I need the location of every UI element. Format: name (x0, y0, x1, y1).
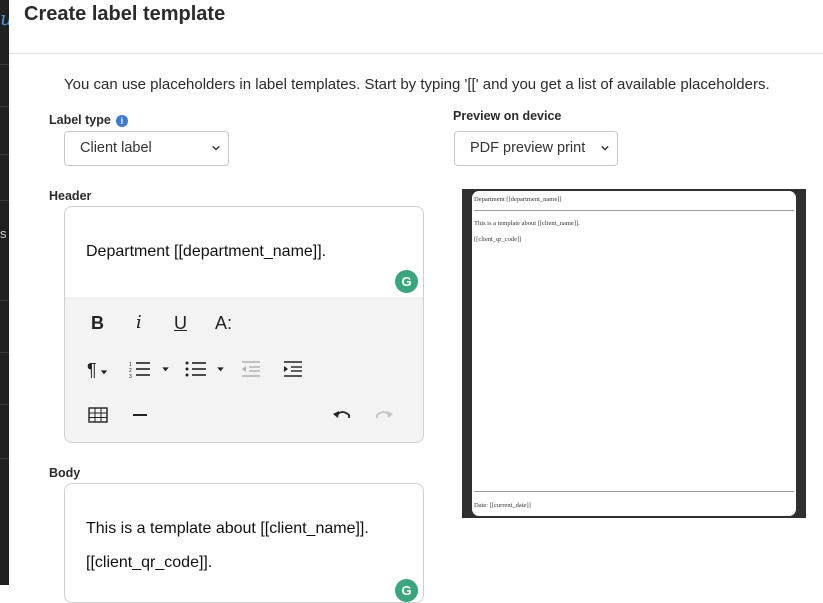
preview-device-label: Preview on device (453, 109, 562, 123)
outdent-button[interactable] (240, 360, 262, 382)
header-editor[interactable]: Department [[department_name]]. G B i U … (64, 206, 424, 443)
background-divider (0, 404, 9, 405)
indent-icon (284, 361, 302, 377)
undo-button[interactable] (332, 407, 352, 427)
body-editor-line[interactable]: This is a template about [[client_name]]… (86, 520, 369, 538)
label-type-label: Label type i (49, 113, 128, 127)
header-editor-toolbar: B i U A: ¶ 123 (65, 297, 423, 442)
body-label: Body (49, 466, 81, 480)
preview-paper: Department [[department_name]] This is a… (472, 191, 796, 516)
redo-icon (376, 411, 393, 418)
redo-button[interactable] (374, 407, 394, 427)
preview-body-line: This is a template about [[client_name]]… (474, 220, 580, 227)
bullet-list-icon (185, 361, 206, 377)
bold-button[interactable]: B (91, 313, 104, 333)
body-editor[interactable]: This is a template about [[client_name]]… (64, 483, 424, 603)
background-app-strip: u s (0, 0, 13, 585)
background-divider (0, 200, 9, 201)
preview-footer-text: Date: [[current_date]] (474, 502, 531, 509)
modal-title: Create label template (24, 3, 226, 25)
body-editor-line[interactable]: [[client_qr_code]]. (86, 554, 212, 572)
preview-device-select[interactable]: PDF preview print (454, 131, 618, 166)
svg-text:3: 3 (129, 374, 132, 378)
ordered-list-icon: 123 (129, 362, 150, 380)
table-icon (88, 407, 108, 423)
underline-button[interactable]: U (174, 313, 187, 333)
background-glyph: s (0, 226, 7, 241)
preview-header-text: Department [[department_name]] (474, 196, 562, 203)
outdent-icon (242, 361, 260, 377)
preview-footer-rule (474, 491, 794, 492)
font-size-button[interactable]: A: (215, 313, 232, 333)
bullet-list-button[interactable] (185, 360, 207, 382)
grammarly-icon[interactable]: G (395, 270, 418, 293)
chevron-down-icon (601, 145, 609, 151)
preview-header-rule (474, 210, 794, 211)
background-divider (0, 64, 9, 65)
label-preview: Department [[department_name]] This is a… (462, 189, 806, 518)
horizontal-rule-icon (133, 414, 147, 416)
caret-down-icon (100, 370, 107, 375)
preview-body-line: [[client_qr_code]] (474, 236, 522, 243)
paragraph-button[interactable]: ¶ (87, 360, 108, 380)
insert-table-button[interactable] (88, 407, 108, 427)
background-divider (0, 458, 9, 459)
info-icon[interactable]: i (115, 115, 128, 127)
indent-button[interactable] (282, 360, 304, 382)
italic-button[interactable]: i (136, 313, 142, 333)
placeholder-help-text: You can use placeholders in label templa… (64, 76, 770, 93)
header-label: Header (49, 189, 92, 203)
modal-header-divider (9, 53, 823, 54)
undo-icon (333, 411, 350, 418)
caret-down-icon[interactable] (216, 365, 225, 373)
chevron-down-icon (212, 145, 220, 151)
create-label-template-modal: Create label template You can use placeh… (9, 0, 823, 603)
grammarly-icon[interactable]: G (395, 579, 418, 602)
caret-down-icon[interactable] (161, 365, 170, 373)
background-divider (0, 154, 9, 155)
label-type-select[interactable]: Client label (64, 131, 229, 166)
ordered-list-button[interactable]: 123 (129, 360, 151, 382)
horizontal-rule-button[interactable] (132, 407, 148, 427)
background-divider (0, 106, 9, 107)
header-editor-content[interactable]: Department [[department_name]]. (86, 243, 326, 261)
background-divider (0, 300, 9, 301)
background-divider (0, 352, 9, 353)
